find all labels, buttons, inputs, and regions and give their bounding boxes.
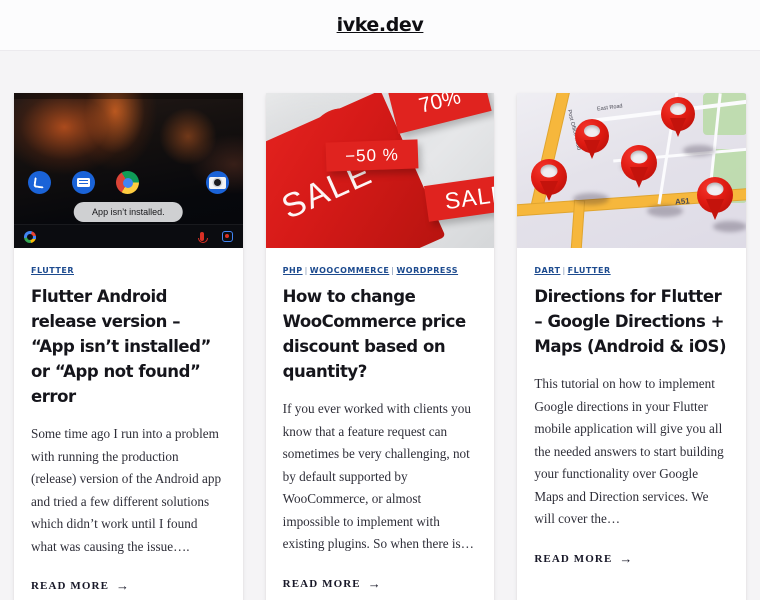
read-more-label: READ MORE — [534, 552, 613, 565]
chrome-icon — [116, 171, 139, 194]
discount-tag-50: −50 % — [325, 139, 419, 172]
category-link[interactable]: FLUTTER — [31, 266, 74, 275]
post-categories: DART | FLUTTER — [534, 266, 611, 275]
post-card-body: FLUTTER Flutter Android release version … — [14, 248, 243, 600]
category-link[interactable]: WOOCOMMERCE — [310, 266, 389, 275]
android-dock — [14, 171, 243, 194]
post-title-link[interactable]: Directions for Flutter – Google Directio… — [534, 287, 726, 356]
post-title: Flutter Android release version – “App i… — [31, 284, 226, 409]
phone-icon — [28, 171, 51, 194]
post-card-body: PHP | WOOCOMMERCE | WORDPRESS How to change … — [266, 248, 495, 600]
post-card-body: DART | FLUTTER Directions for Flutter – Go… — [517, 248, 746, 593]
post-excerpt: Some time ago I run into a problem with … — [31, 426, 222, 554]
post-title-link[interactable]: Flutter Android release version – “App i… — [31, 287, 211, 406]
post-card[interactable]: East Road Post Office Road A51 DART | FL… — [517, 93, 747, 600]
map-road-label: East Road — [597, 103, 624, 113]
map-pin-icon — [621, 145, 658, 189]
messages-icon — [72, 171, 95, 194]
post-title: How to change WooCommerce price discount… — [283, 284, 478, 384]
category-link[interactable]: DART — [534, 266, 560, 275]
read-more-label: READ MORE — [282, 577, 361, 590]
post-card[interactable]: SALE 70% −50 % SALE PHP | WOOCOMMERCE | WORD… — [265, 93, 495, 600]
arrow-right-icon: → — [367, 575, 381, 591]
status-bar — [14, 93, 243, 99]
map-pin-icon — [697, 177, 734, 221]
camera-icon — [205, 171, 229, 194]
map-highway-label: A51 — [675, 196, 691, 207]
read-more-label: READ MORE — [31, 580, 110, 592]
post-title-link[interactable]: How to change WooCommerce price discount… — [283, 287, 467, 381]
arrow-right-icon: → — [619, 550, 633, 566]
google-lens-icon — [221, 231, 233, 242]
microphone-icon — [197, 232, 208, 243]
sale-tag: SALE — [423, 172, 495, 222]
category-link[interactable]: PHP — [283, 266, 303, 275]
post-thumbnail-map-pins[interactable]: East Road Post Office Road A51 — [517, 93, 747, 248]
read-more-link[interactable]: READ MORE → — [534, 551, 632, 567]
post-card[interactable]: App isn’t installed. FLUTTER Flutter And… — [14, 93, 243, 600]
category-link[interactable]: FLUTTER — [568, 266, 611, 275]
post-thumbnail-sale-bag[interactable]: SALE 70% −50 % SALE — [265, 93, 495, 248]
category-link[interactable]: WORDPRESS — [396, 266, 458, 275]
read-more-link[interactable]: READ MORE → — [283, 576, 381, 592]
arrow-right-icon: → — [116, 578, 130, 593]
map-pin-icon — [661, 97, 696, 138]
post-excerpt: This tutorial on how to implement Google… — [534, 376, 724, 526]
read-more-link[interactable]: READ MORE → — [31, 578, 129, 594]
google-search-bar — [14, 224, 243, 248]
google-g-icon — [24, 230, 36, 243]
site-header: ivke.dev — [0, 0, 760, 51]
post-thumbnail-android-home-screen[interactable]: App isn’t installed. — [14, 93, 243, 248]
discount-tag-70: 70% — [388, 93, 492, 134]
toast-message: App isn’t installed. — [74, 202, 183, 222]
post-categories: PHP | WOOCOMMERCE | WORDPRESS — [282, 266, 459, 275]
map-pin-icon — [575, 119, 610, 160]
site-title-link[interactable]: ivke.dev — [337, 14, 424, 36]
post-excerpt: If you ever worked with clients you know… — [282, 401, 474, 551]
post-title: Directions for Flutter – Google Directio… — [534, 284, 729, 359]
post-grid: App isn’t installed. FLUTTER Flutter And… — [0, 51, 760, 600]
post-categories: FLUTTER — [31, 266, 226, 275]
map-pin-icon — [531, 159, 568, 202]
